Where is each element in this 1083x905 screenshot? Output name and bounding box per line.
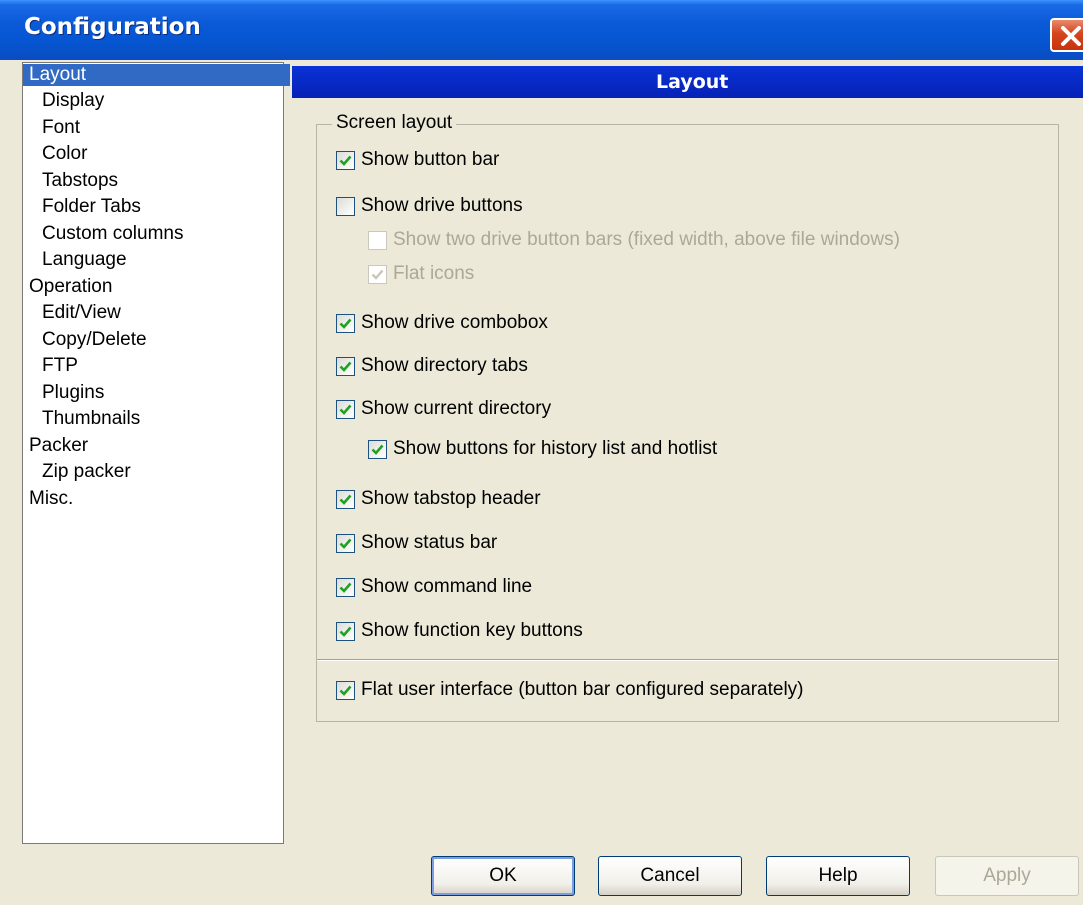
checkmark-icon: [339, 685, 352, 696]
tree-item-font[interactable]: Font: [39, 117, 83, 139]
option-flat-user-interface[interactable]: Flat user interface (button bar configur…: [336, 678, 804, 702]
checkbox: [368, 264, 387, 284]
option-label: Show two drive button bars (fixed width,…: [393, 229, 900, 250]
tree-item-display[interactable]: Display: [39, 90, 107, 112]
checkbox[interactable]: [336, 150, 355, 170]
tree-item-edit-view[interactable]: Edit/View: [39, 302, 124, 324]
tree-item-misc[interactable]: Misc.: [26, 488, 76, 510]
checkmark-icon: [339, 494, 352, 505]
option-label: Show status bar: [361, 532, 498, 553]
option-label: Show directory tabs: [361, 355, 528, 376]
checkmark-icon: [339, 155, 352, 166]
window-title: Configuration: [24, 14, 201, 40]
option-two-drive-button-bars: Show two drive button bars (fixed width,…: [368, 228, 900, 252]
tree-item-folder-tabs[interactable]: Folder Tabs: [39, 196, 144, 218]
category-tree[interactable]: Layout Display Font Color Tabstops Folde…: [22, 62, 290, 844]
option-show-command-line[interactable]: Show command line: [336, 575, 532, 599]
option-show-current-directory[interactable]: Show current directory: [336, 397, 551, 421]
checkbox[interactable]: [336, 356, 355, 376]
group-label: Screen layout: [332, 112, 457, 134]
tree-item-tabstops[interactable]: Tabstops: [39, 170, 121, 192]
option-show-drive-combobox[interactable]: Show drive combobox: [336, 311, 548, 335]
cancel-button[interactable]: Cancel: [598, 856, 742, 896]
checkbox[interactable]: [336, 533, 355, 553]
checkmark-icon: [339, 582, 352, 593]
checkmark-icon: [339, 318, 352, 329]
checkbox: [368, 230, 387, 250]
tree-item-custom-columns[interactable]: Custom columns: [39, 223, 187, 245]
help-button[interactable]: Help: [766, 856, 910, 896]
tree-item-copy-delete[interactable]: Copy/Delete: [39, 329, 150, 351]
option-show-button-bar[interactable]: Show button bar: [336, 148, 499, 172]
option-show-tabstop-header[interactable]: Show tabstop header: [336, 487, 541, 511]
option-show-function-key-buttons[interactable]: Show function key buttons: [336, 619, 583, 643]
title-bar[interactable]: Configuration: [0, 0, 1083, 60]
tree-item-color[interactable]: Color: [39, 143, 90, 165]
checkbox[interactable]: [336, 621, 355, 641]
tree-item-language[interactable]: Language: [39, 249, 130, 271]
ok-button[interactable]: OK: [431, 856, 575, 896]
option-label: Show function key buttons: [361, 620, 583, 641]
tree-item-thumbnails[interactable]: Thumbnails: [39, 408, 143, 430]
checkbox[interactable]: [336, 313, 355, 333]
checkbox[interactable]: [336, 399, 355, 419]
option-label: Show buttons for history list and hotlis…: [393, 438, 718, 459]
panel-header: Layout: [292, 66, 1083, 98]
option-label: Flat icons: [393, 263, 475, 284]
option-label: Show current directory: [361, 398, 552, 419]
tree-item-zip-packer[interactable]: Zip packer: [39, 461, 134, 483]
option-label: Flat user interface (button bar configur…: [361, 679, 804, 700]
option-flat-icons: Flat icons: [368, 262, 474, 286]
tree-item-operation[interactable]: Operation: [26, 276, 115, 298]
close-button[interactable]: [1050, 18, 1083, 52]
option-show-directory-tabs[interactable]: Show directory tabs: [336, 354, 528, 378]
tree-item-ftp[interactable]: FTP: [39, 355, 81, 377]
option-show-status-bar[interactable]: Show status bar: [336, 531, 497, 555]
option-label: Show drive combobox: [361, 312, 548, 333]
option-show-drive-buttons[interactable]: Show drive buttons: [336, 194, 523, 218]
checkmark-icon: [339, 626, 352, 637]
checkbox[interactable]: [336, 577, 355, 597]
group-separator: [317, 659, 1058, 661]
option-label: Show button bar: [361, 149, 500, 170]
checkmark-icon: [339, 404, 352, 415]
option-label: Show tabstop header: [361, 488, 541, 509]
checkbox[interactable]: [336, 489, 355, 509]
apply-button: Apply: [935, 856, 1079, 896]
checkmark-icon: [339, 361, 352, 372]
checkbox[interactable]: [336, 196, 355, 216]
close-icon: [1061, 26, 1081, 46]
checkmark-icon: [339, 538, 352, 549]
option-label: Show drive buttons: [361, 195, 523, 216]
checkmark-icon: [371, 269, 384, 280]
tree-item-packer[interactable]: Packer: [26, 435, 91, 457]
tree-item-plugins[interactable]: Plugins: [39, 382, 107, 404]
checkmark-icon: [371, 444, 384, 455]
checkbox[interactable]: [336, 680, 355, 700]
panel-header-title: Layout: [656, 71, 729, 93]
option-label: Show command line: [361, 576, 533, 597]
tree-item-layout[interactable]: Layout: [23, 64, 290, 86]
option-history-hotlist-buttons[interactable]: Show buttons for history list and hotlis…: [368, 437, 717, 461]
checkbox[interactable]: [368, 439, 387, 459]
